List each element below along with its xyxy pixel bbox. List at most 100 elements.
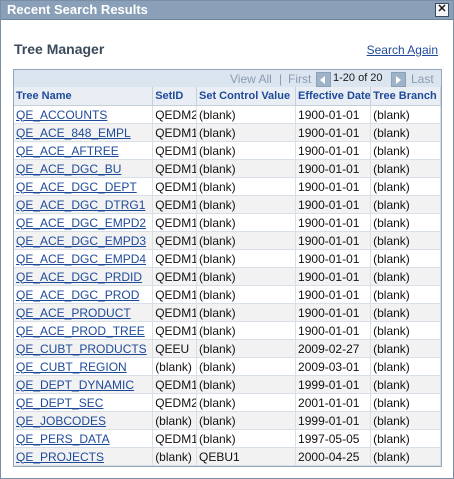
dialog-title-bar: Recent Search Results ✕: [1, 1, 453, 20]
table-row: QE_ACCOUNTS QEDM2 (blank) 1900-01-01 (blank): [14, 105, 441, 124]
tree-branch-cell: (blank): [370, 375, 441, 394]
tree-name-cell: QE_ACE_DGC_EMPD3: [14, 231, 154, 250]
column-header-tree-branch[interactable]: Tree Branch: [370, 87, 441, 106]
tree-name-cell: QE_CUBT_PRODUCTS: [14, 339, 154, 358]
tree-name-cell: QE_ACCOUNTS: [14, 105, 154, 124]
results-table: Tree Name SetID Set Control Value Effect…: [14, 87, 441, 466]
setid-cell: QEDM2: [152, 105, 197, 124]
tree-name-cell: QE_ACE_DGC_PROD: [14, 285, 154, 304]
effective-date-cell: 2009-02-27: [295, 339, 372, 358]
tree-name-link[interactable]: QE_ACE_PRODUCT: [16, 306, 131, 320]
tree-branch-cell: (blank): [370, 357, 441, 376]
setid-cell: QEDM1: [152, 429, 197, 448]
column-header-tree-name[interactable]: Tree Name: [14, 87, 154, 106]
effective-date-cell: 1900-01-01: [295, 123, 372, 142]
setid-cell: QEDM1: [152, 159, 197, 178]
setid-cell: QEDM1: [152, 375, 197, 394]
tree-name-link[interactable]: QE_ACCOUNTS: [16, 108, 107, 122]
last-link[interactable]: Last: [411, 72, 434, 86]
effective-date-cell: 1900-01-01: [295, 177, 372, 196]
set-control-value-cell: (blank): [196, 285, 297, 304]
table-row: QE_ACE_DGC_PROD QEDM1 (blank) 1900-01-01 (bl…: [14, 285, 441, 304]
tree-name-link[interactable]: QE_ACE_DGC_EMPD3: [16, 234, 146, 248]
dialog-title: Recent Search Results: [7, 2, 148, 17]
effective-date-cell: 1997-05-05: [295, 429, 372, 448]
set-control-value-cell: (blank): [196, 357, 297, 376]
tree-branch-cell: (blank): [370, 285, 441, 304]
effective-date-cell: 2000-04-25: [295, 447, 372, 466]
tree-branch-cell: (blank): [370, 213, 441, 232]
next-arrow-icon[interactable]: [391, 72, 406, 87]
set-control-value-cell: (blank): [196, 105, 297, 124]
table-row: QE_ACE_AFTREE QEDM1 (blank) 1900-01-01 (blan…: [14, 141, 441, 160]
setid-cell: QEDM1: [152, 177, 197, 196]
set-control-value-cell: (blank): [196, 321, 297, 340]
setid-cell: QEDM1: [152, 267, 197, 286]
table-row: QE_ACE_DGC_BU QEDM1 (blank) 1900-01-01 (blan…: [14, 159, 441, 178]
table-row: QE_ACE_PRODUCT QEDM1 (blank) 1900-01-01 (bla…: [14, 303, 441, 322]
results-grid: View All | First 1-20 of 20 Last Tree Na…: [13, 69, 442, 467]
tree-name-link[interactable]: QE_DEPT_DYNAMIC: [16, 378, 134, 392]
tree-name-link[interactable]: QE_ACE_DGC_BU: [16, 162, 121, 176]
tree-branch-cell: (blank): [370, 393, 441, 412]
column-header-set-control-value[interactable]: Set Control Value: [196, 87, 297, 106]
tree-branch-cell: (blank): [370, 267, 441, 286]
tree-name-link[interactable]: QE_ACE_DGC_PROD: [16, 288, 139, 302]
table-row: QE_DEPT_SEC QEDM2 (blank) 2001-01-01 (blank): [14, 393, 441, 412]
tree-name-link[interactable]: QE_CUBT_PRODUCTS: [16, 342, 147, 356]
tree-name-cell: QE_PROJECTS: [14, 447, 154, 466]
set-control-value-cell: (blank): [196, 213, 297, 232]
tree-name-cell: QE_DEPT_DYNAMIC: [14, 375, 154, 394]
effective-date-cell: 1900-01-01: [295, 213, 372, 232]
set-control-value-cell: QEBU1: [196, 447, 297, 466]
nav-separator: |: [279, 72, 283, 86]
grid-navigation-bar: View All | First 1-20 of 20 Last: [14, 70, 441, 87]
table-row: QE_PERS_DATA QEDM1 (blank) 1997-05-05 (blank…: [14, 429, 441, 448]
setid-cell: QEDM1: [152, 231, 197, 250]
table-row: QE_CUBT_REGION (blank) (blank) 2009-03-01 (b…: [14, 357, 441, 376]
search-again-link[interactable]: Search Again: [367, 43, 438, 57]
tree-branch-cell: (blank): [370, 195, 441, 214]
set-control-value-cell: (blank): [196, 249, 297, 268]
view-all-link[interactable]: View All: [230, 72, 272, 86]
tree-name-link[interactable]: QE_ACE_DGC_DTRG1: [16, 198, 145, 212]
tree-branch-cell: (blank): [370, 141, 441, 160]
column-header-setid[interactable]: SetID: [152, 87, 197, 106]
set-control-value-cell: (blank): [196, 195, 297, 214]
effective-date-cell: 1999-01-01: [295, 411, 372, 430]
tree-name-cell: QE_ACE_DGC_BU: [14, 159, 154, 178]
table-row: QE_DEPT_DYNAMIC QEDM1 (blank) 1999-01-01 (bl…: [14, 375, 441, 394]
tree-name-link[interactable]: QE_ACE_DGC_EMPD2: [16, 216, 146, 230]
tree-name-link[interactable]: QE_CUBT_REGION: [16, 360, 127, 374]
tree-name-link[interactable]: QE_DEPT_SEC: [16, 396, 103, 410]
tree-name-link[interactable]: QE_ACE_848_EMPL: [16, 126, 131, 140]
tree-name-link[interactable]: QE_PROJECTS: [16, 450, 104, 464]
previous-arrow-icon[interactable]: [316, 72, 331, 87]
table-row: QE_JOBCODES (blank) (blank) 1999-01-01 (blan…: [14, 411, 441, 430]
tree-name-link[interactable]: QE_ACE_AFTREE: [16, 144, 119, 158]
effective-date-cell: 1900-01-01: [295, 285, 372, 304]
table-row: QE_CUBT_PRODUCTS QEEU (blank) 2009-02-27 (bl…: [14, 339, 441, 358]
setid-cell: (blank): [152, 357, 197, 376]
table-row: QE_PROJECTS (blank) QEBU1 2000-04-25 (blank): [14, 447, 441, 466]
setid-cell: QEDM1: [152, 213, 197, 232]
table-row: QE_ACE_848_EMPL QEDM1 (blank) 1900-01-01 (bl…: [14, 123, 441, 142]
tree-name-link[interactable]: QE_ACE_DGC_DEPT: [16, 180, 137, 194]
first-link[interactable]: First: [288, 72, 311, 86]
table-row: QE_ACE_DGC_EMPD2 QEDM1 (blank) 1900-01-01 (b…: [14, 213, 441, 232]
tree-name-link[interactable]: QE_ACE_DGC_PRDID: [16, 270, 142, 284]
close-icon[interactable]: ✕: [435, 3, 449, 17]
set-control-value-cell: (blank): [196, 141, 297, 160]
tree-name-link[interactable]: QE_ACE_DGC_EMPD4: [16, 252, 146, 266]
setid-cell: (blank): [152, 411, 197, 430]
tree-name-link[interactable]: QE_ACE_PROD_TREE: [16, 324, 145, 338]
set-control-value-cell: (blank): [196, 393, 297, 412]
tree-name-cell: QE_ACE_DGC_DTRG1: [14, 195, 154, 214]
tree-name-cell: QE_ACE_PROD_TREE: [14, 321, 154, 340]
effective-date-cell: 1900-01-01: [295, 303, 372, 322]
tree-name-link[interactable]: QE_JOBCODES: [16, 414, 106, 428]
column-header-effective-date[interactable]: Effective Date: [295, 87, 372, 106]
tree-name-cell: QE_PERS_DATA: [14, 429, 154, 448]
tree-branch-cell: (blank): [370, 105, 441, 124]
tree-name-link[interactable]: QE_PERS_DATA: [16, 432, 110, 446]
